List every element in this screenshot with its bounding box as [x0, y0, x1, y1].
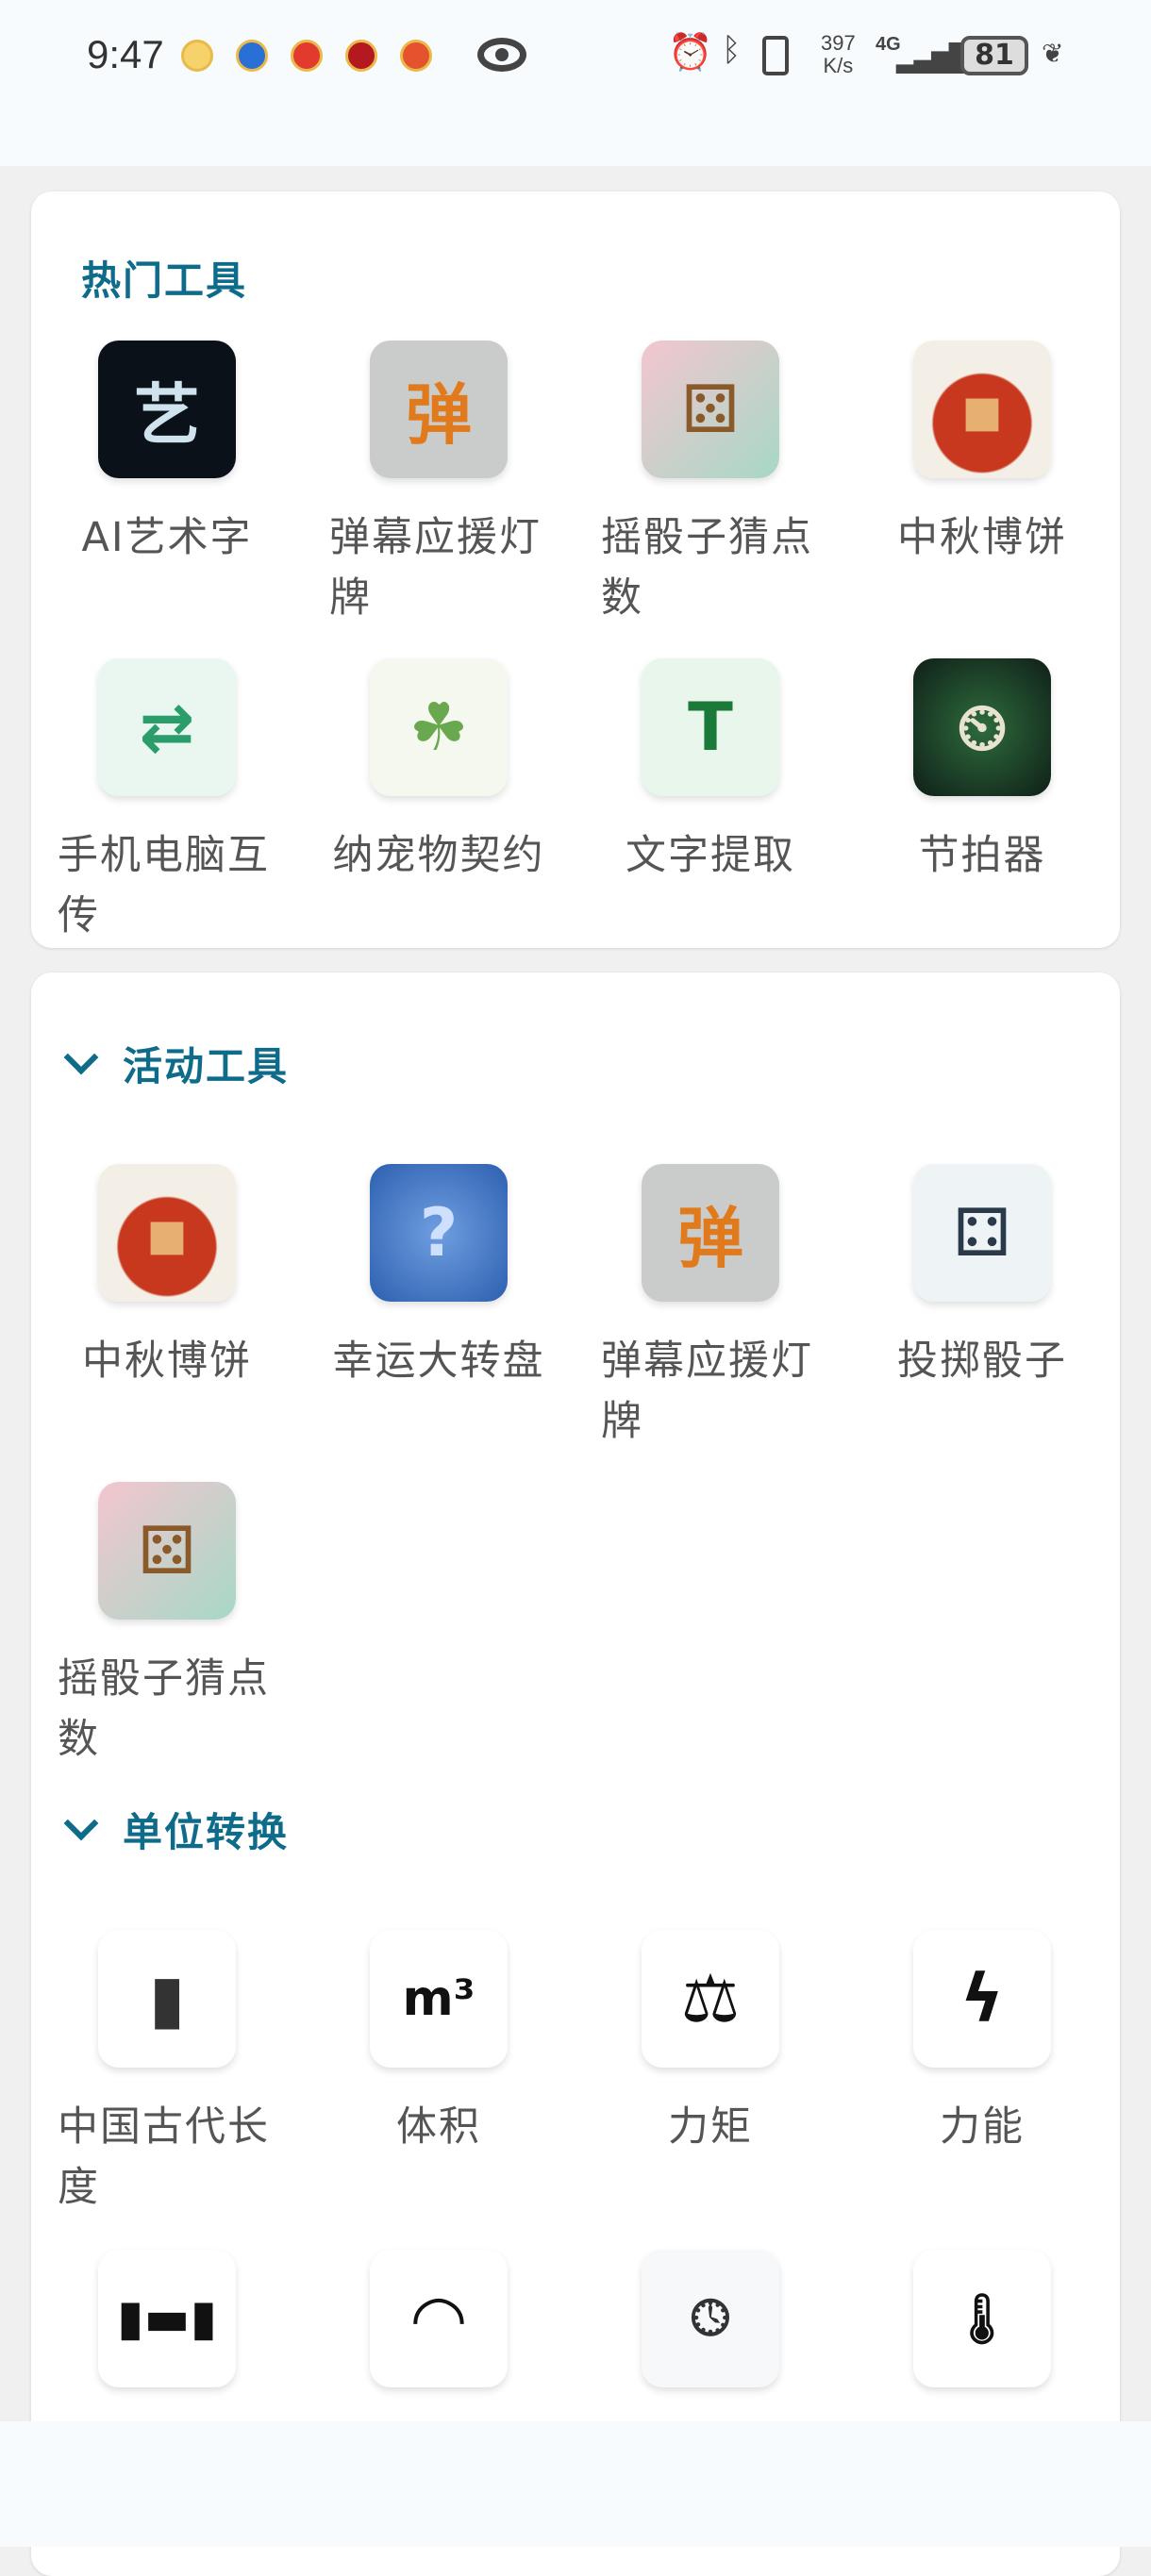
pet-contract-icon: ☘ — [370, 658, 508, 796]
bank-icon — [345, 40, 377, 72]
battery-level: 81 — [960, 36, 1028, 75]
ruler-icon: ▮ — [98, 1930, 236, 2068]
tool-item[interactable]: ⇄ 手机电脑互传 — [31, 658, 303, 946]
tool-label: 摇骰子猜点数 — [601, 514, 813, 622]
bluetooth-icon: ᛒ — [722, 32, 742, 68]
clock-icon: 🕓︎ — [642, 2250, 779, 2387]
tool-label: 力能 — [940, 2103, 1025, 2151]
section-title[interactable]: 单位转换 — [123, 1809, 289, 1856]
dice-icon: ⚃ — [913, 1164, 1051, 1302]
tool-label: AI艺术字 — [81, 514, 253, 561]
lucky-wheel-icon: ? — [370, 1164, 508, 1302]
chat-icon — [181, 40, 213, 72]
tool-item[interactable]: T 文字提取 — [575, 658, 846, 886]
tool-label: 文字提取 — [626, 832, 795, 879]
tool-item[interactable]: ⚄ 摇骰子猜点数 — [575, 341, 846, 628]
tool-label: 摇骰子猜点数 — [58, 1655, 270, 1763]
tool-item[interactable]: ▮ 中国古代长度 — [31, 1930, 303, 2218]
hand-icon — [236, 40, 268, 72]
tool-label: 中国古代长度 — [58, 2103, 270, 2211]
tool-label: 中秋博饼 — [897, 514, 1067, 561]
tool-item[interactable]: ☘ 纳宠物契约 — [303, 658, 575, 886]
status-bar: 9:47 ⏰ ᛒ 397 K/s 4G ▂▃▅▇ 81 ❦ — [0, 0, 1151, 166]
shake-dice-icon: ⚄ — [98, 1482, 236, 1620]
lightning-icon: ϟ — [913, 1930, 1051, 2068]
tools-card: 活动工具 ▪ 中秋博饼? 幸运大转盘弹弹幕应援灯牌 ⚃ 投掷骰子 ⚄ 摇骰子猜点数 单位转换… — [31, 972, 1120, 2576]
eye-icon — [477, 38, 526, 72]
tool-item[interactable]: 弹弹幕应援灯牌 — [303, 341, 575, 628]
cubic-meter-icon: m³ — [370, 1930, 508, 2068]
hot-tools-card: 热门工具 艺 AI艺术字 弹弹幕应援灯牌 ⚄ 摇骰子猜点数 ▪ 中秋博饼 ⇄ 手机电脑互传 ☘ 纳宠… — [31, 191, 1120, 948]
chevron-down-icon[interactable] — [63, 1039, 99, 1075]
red-book-icon — [291, 40, 323, 72]
alarm-icon: ⏰ — [668, 33, 713, 73]
ai-art-text-icon: 艺 — [98, 341, 236, 478]
balance-icon: ⚖ — [642, 1930, 779, 2068]
tool-item[interactable]: ⚖ 力矩 — [575, 1930, 846, 2157]
net-speed-value: 397 — [821, 31, 856, 55]
mooncake-bowl-icon: ▪ — [913, 341, 1051, 478]
tool-label: 手机电脑互传 — [58, 832, 270, 939]
tool-item[interactable]: 艺 AI艺术字 — [31, 341, 303, 568]
tool-item[interactable]: ⏲ 节拍器 — [846, 658, 1118, 886]
tool-label: 力矩 — [668, 2103, 753, 2151]
tool-label: 幸运大转盘 — [332, 1338, 545, 1385]
section-title[interactable]: 活动工具 — [123, 1043, 289, 1090]
leaf-icon: ❦ — [1042, 39, 1064, 68]
tool-label: 投掷骰子 — [897, 1338, 1067, 1385]
text-extract-icon: T — [642, 658, 779, 796]
phone-pc-transfer-icon: ⇄ — [98, 658, 236, 796]
section-title: 热门工具 — [81, 258, 248, 304]
net-speed: 397 K/s — [821, 32, 856, 77]
tool-item[interactable]: m³ 体积 — [303, 1930, 575, 2157]
tool-label: 中秋博饼 — [82, 1338, 252, 1385]
metronome-icon: ⏲ — [913, 658, 1051, 796]
tool-item[interactable]: ⚄ 摇骰子猜点数 — [31, 1482, 303, 1770]
gauge-icon: ◠ — [370, 2250, 508, 2387]
tool-item[interactable]: ▪ 中秋博饼 — [846, 341, 1118, 568]
vibrate-icon — [762, 36, 789, 75]
signal-icon: ▂▃▅▇ — [896, 39, 972, 73]
danmaku-icon: 弹 — [642, 1164, 779, 1302]
thermometer-icon: 🌡︎ — [913, 2250, 1051, 2387]
chevron-down-icon[interactable] — [63, 1805, 99, 1841]
dumbbell-icon: ▮▬▮ — [98, 2250, 236, 2387]
tool-label: 弹幕应援灯牌 — [329, 514, 542, 622]
tool-label: 弹幕应援灯牌 — [601, 1338, 813, 1445]
tool-item[interactable]: 弹弹幕应援灯牌 — [575, 1164, 846, 1452]
net-speed-unit: K/s — [823, 54, 854, 77]
tool-item[interactable]: ⚃ 投掷骰子 — [846, 1164, 1118, 1391]
tool-label: 节拍器 — [918, 832, 1046, 879]
shake-dice-icon: ⚄ — [642, 341, 779, 478]
status-time: 9:47 — [87, 32, 164, 76]
danmaku-icon: 弹 — [370, 341, 508, 478]
tool-label: 纳宠物契约 — [332, 832, 545, 879]
tool-item[interactable]: ▪ 中秋博饼 — [31, 1164, 303, 1391]
tool-item[interactable]: ? 幸运大转盘 — [303, 1164, 575, 1391]
app-icon — [400, 40, 432, 72]
tool-item[interactable]: ϟ 力能 — [846, 1930, 1118, 2157]
tool-label: 体积 — [396, 2103, 481, 2151]
navigation-bar — [0, 2421, 1151, 2547]
mooncake-bowl-icon: ▪ — [98, 1164, 236, 1302]
